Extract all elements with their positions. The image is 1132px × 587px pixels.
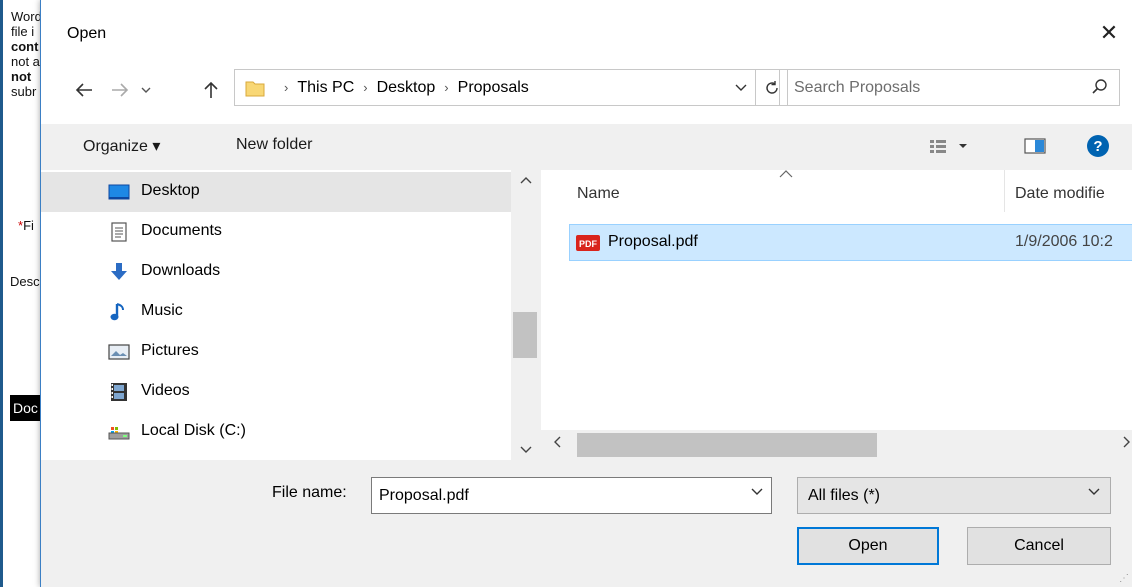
breadcrumb-separator[interactable]: › bbox=[363, 80, 367, 95]
svg-text:PDF: PDF bbox=[579, 239, 598, 249]
chevron-down-icon[interactable] bbox=[751, 488, 763, 496]
desktop-icon bbox=[108, 184, 130, 200]
cancel-button[interactable]: Cancel bbox=[967, 527, 1111, 565]
refresh-icon bbox=[765, 80, 778, 94]
arrow-up-icon bbox=[204, 81, 218, 98]
file-label-text: Fi bbox=[23, 218, 34, 233]
nav-item-label: Downloads bbox=[141, 262, 221, 279]
nav-item-downloads[interactable]: Downloads bbox=[41, 252, 511, 292]
nav-item-local-disk[interactable]: Local Disk (C:) bbox=[41, 412, 511, 452]
chevron-down-icon bbox=[141, 87, 151, 93]
help-icon: ? bbox=[1087, 135, 1109, 157]
search-icon bbox=[1092, 79, 1107, 94]
nav-item-documents[interactable]: Documents bbox=[41, 212, 511, 252]
command-bar: Organize ▾ New folder ? bbox=[41, 124, 1132, 170]
title-bar: Open ✕ bbox=[41, 0, 1132, 64]
breadcrumb-desktop[interactable]: Desktop bbox=[377, 79, 436, 97]
nav-item-videos[interactable]: Videos bbox=[41, 372, 511, 412]
scroll-right-icon[interactable] bbox=[1123, 436, 1131, 448]
up-button[interactable] bbox=[197, 74, 225, 106]
navigation-scrollbar[interactable] bbox=[511, 170, 541, 460]
close-button[interactable]: ✕ bbox=[1086, 14, 1132, 52]
chevron-down-icon bbox=[735, 84, 747, 91]
background-desc-label: Desc bbox=[10, 274, 40, 289]
file-type-value: All files (*) bbox=[808, 487, 881, 504]
back-button[interactable] bbox=[69, 74, 99, 106]
nav-item-label: Pictures bbox=[141, 342, 199, 359]
search-input[interactable]: Search Proposals bbox=[779, 69, 1120, 106]
downloads-icon bbox=[111, 263, 127, 280]
scrollbar-thumb[interactable] bbox=[577, 433, 877, 457]
background-text-line: Word bbox=[11, 9, 42, 24]
recent-locations-button[interactable] bbox=[137, 74, 155, 106]
file-type-select[interactable]: All files (*) bbox=[797, 477, 1111, 514]
navigation-pane: Desktop Documents Downloads Music Pictur… bbox=[41, 170, 541, 460]
dialog-footer: File name: Proposal.pdf All files (*) Op… bbox=[41, 460, 1132, 587]
folder-icon bbox=[245, 81, 265, 97]
address-bar[interactable]: › This PC › Desktop › Proposals bbox=[234, 69, 756, 106]
svg-text:?: ? bbox=[1093, 138, 1102, 155]
background-text-line: file i bbox=[11, 24, 35, 39]
breadcrumb-separator[interactable]: › bbox=[444, 80, 448, 95]
dialog-title: Open bbox=[67, 25, 107, 42]
help-button[interactable]: ? bbox=[1086, 134, 1110, 163]
close-icon: ✕ bbox=[1099, 20, 1119, 45]
background-text-line: not bbox=[11, 69, 32, 84]
scroll-up-icon[interactable] bbox=[520, 176, 532, 184]
organize-button[interactable]: Organize ▾ bbox=[83, 136, 160, 156]
background-frame-border bbox=[0, 0, 3, 587]
breadcrumb-proposals[interactable]: Proposals bbox=[458, 79, 529, 97]
open-file-dialog: Open ✕ › This PC › Desktop › Proposals S… bbox=[40, 0, 1132, 587]
nav-item-music[interactable]: Music bbox=[41, 292, 511, 332]
background-text-line: subr bbox=[11, 84, 37, 99]
nav-item-label: Desktop bbox=[141, 182, 200, 199]
file-list-horizontal-scrollbar[interactable] bbox=[541, 430, 1132, 460]
nav-item-label: Videos bbox=[141, 382, 190, 399]
nav-item-desktop[interactable]: Desktop bbox=[41, 172, 511, 212]
search-placeholder: Search Proposals bbox=[794, 79, 921, 96]
file-row[interactable]: PDF Proposal.pdf 1/9/2006 10:2 bbox=[569, 224, 1132, 261]
file-name-value[interactable]: Proposal.pdf bbox=[379, 487, 469, 505]
background-text-line: cont bbox=[11, 39, 39, 54]
file-name: Proposal.pdf bbox=[608, 233, 698, 250]
view-details-icon bbox=[930, 140, 967, 153]
scroll-down-icon[interactable] bbox=[520, 446, 532, 454]
breadcrumb-separator: › bbox=[284, 80, 289, 95]
file-date-modified: 1/9/2006 10:2 bbox=[1015, 233, 1113, 250]
pictures-icon bbox=[108, 344, 130, 360]
arrow-left-icon bbox=[75, 83, 92, 97]
background-file-label: *Fi bbox=[18, 218, 34, 233]
local-disk-icon bbox=[108, 427, 130, 440]
breadcrumb-this-pc[interactable]: This PC bbox=[297, 79, 354, 97]
file-name-label: File name: bbox=[272, 484, 347, 501]
nav-item-label: Local Disk (C:) bbox=[141, 422, 246, 439]
file-name-combobox[interactable]: Proposal.pdf bbox=[371, 477, 772, 514]
file-list: Name Date modifie PDF Proposal.pdf 1/9/2… bbox=[541, 170, 1132, 430]
scrollbar-thumb[interactable] bbox=[513, 312, 537, 358]
resize-grip-icon[interactable]: ⋰ bbox=[1119, 573, 1129, 584]
nav-item-pictures[interactable]: Pictures bbox=[41, 332, 511, 372]
documents-icon bbox=[111, 222, 127, 242]
change-view-button[interactable] bbox=[929, 138, 973, 161]
preview-pane-button[interactable] bbox=[1024, 137, 1046, 160]
background-text-line: not a bbox=[11, 54, 40, 69]
new-folder-button[interactable]: New folder bbox=[236, 136, 312, 154]
sort-ascending-icon bbox=[779, 170, 793, 178]
chevron-down-icon bbox=[1088, 488, 1100, 495]
nav-item-label: Music bbox=[141, 302, 183, 319]
videos-icon bbox=[111, 383, 127, 401]
open-button[interactable]: Open bbox=[797, 527, 939, 565]
column-header-name[interactable]: Name bbox=[577, 185, 620, 203]
nav-item-label: Documents bbox=[141, 222, 222, 239]
preview-pane-icon bbox=[1024, 138, 1046, 154]
scroll-left-icon[interactable] bbox=[553, 436, 561, 448]
pdf-file-icon: PDF bbox=[576, 235, 600, 251]
column-divider[interactable] bbox=[1004, 170, 1005, 212]
forward-button[interactable] bbox=[105, 74, 135, 106]
breadcrumb: › This PC › Desktop › Proposals bbox=[275, 70, 529, 105]
music-icon bbox=[110, 303, 124, 321]
address-dropdown-button[interactable] bbox=[735, 79, 747, 95]
column-header-date-modified[interactable]: Date modifie bbox=[1015, 185, 1105, 203]
arrow-right-icon bbox=[112, 83, 129, 97]
